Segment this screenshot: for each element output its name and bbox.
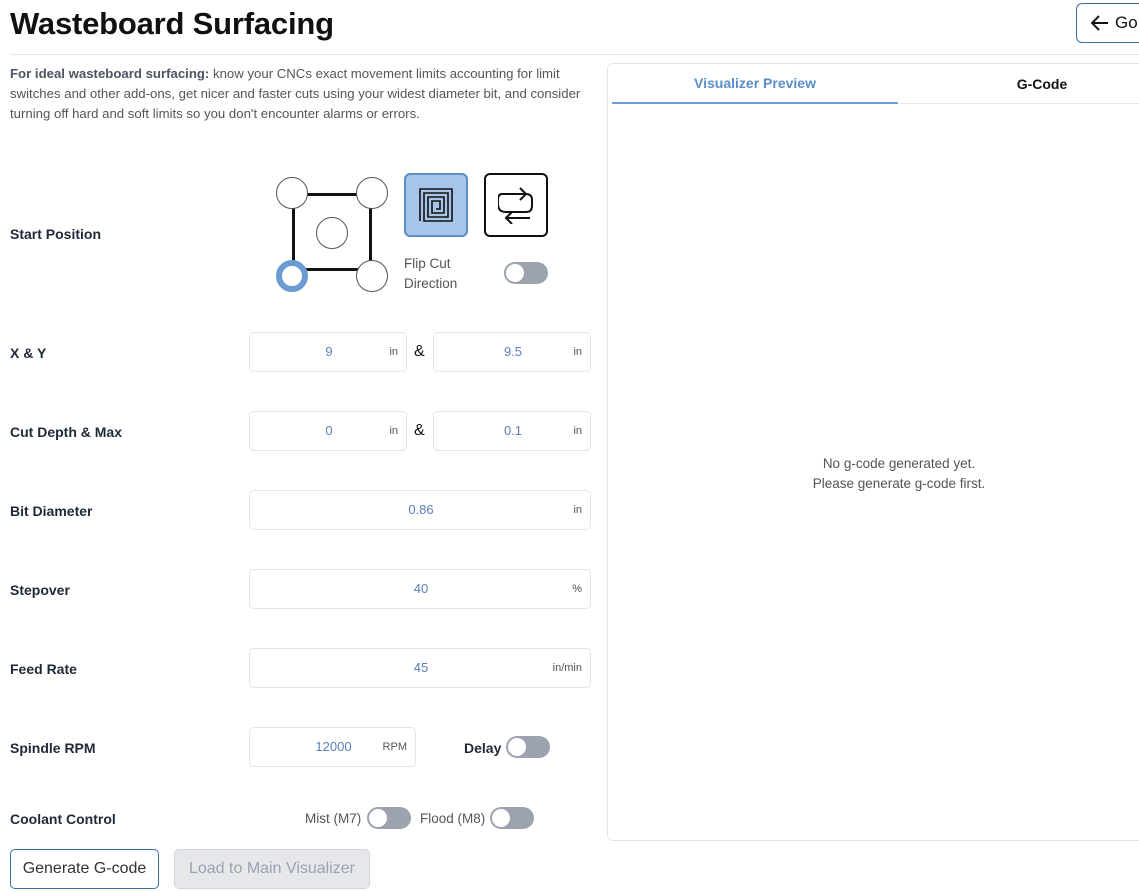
mist-label: Mist (M7) [305,811,362,826]
spindle-rpm-input[interactable]: 12000 RPM [249,727,416,767]
flip-cut-toggle[interactable] [504,262,548,284]
tab-visualizer-preview[interactable]: Visualizer Preview [612,64,898,104]
corner-top-right[interactable] [356,177,388,209]
empty-line-2: Please generate g-code first. [812,476,986,491]
feed-rate-label: Feed Rate [10,661,77,677]
stepover-unit: % [572,583,582,595]
cut-depth-input[interactable]: 0 in [249,411,407,451]
flip-cut-line2: Direction [404,276,458,291]
xy-separator: & [414,343,425,360]
y-value: 9.5 [503,344,523,359]
y-input[interactable]: 9.5 in [433,332,591,372]
center-position[interactable] [316,217,348,249]
delay-label: Delay [464,740,502,756]
corner-bottom-left-selected[interactable] [276,260,308,292]
intro-bold: For ideal wasteboard surfacing: [10,66,210,81]
y-unit: in [573,346,582,358]
preview-panel: Visualizer Preview G-Code No g-code gene… [607,63,1139,841]
header-divider [10,54,1139,55]
bit-diameter-unit: in [573,504,582,516]
cut-separator: & [414,422,425,439]
bit-diameter-label: Bit Diameter [10,503,93,519]
go-back-button[interactable]: Go [1076,3,1139,43]
stepover-label: Stepover [10,582,70,598]
generate-gcode-button[interactable]: Generate G-code [10,849,159,889]
feed-rate-unit: in/min [552,662,582,674]
intro-text: For ideal wasteboard surfacing: know you… [10,64,600,124]
delay-toggle[interactable] [506,736,550,758]
cut-max-unit: in [573,425,582,437]
zigzag-arrows-icon [498,187,533,224]
toggle-knob [508,738,526,756]
bit-diameter-input[interactable]: 0.86 in [249,490,591,530]
corner-top-left[interactable] [276,177,308,209]
stepover-value: 40 [413,581,429,596]
zigzag-mode-button[interactable] [484,173,548,237]
flood-toggle[interactable] [490,807,534,829]
toggle-knob [492,809,510,827]
x-unit: in [389,346,398,358]
flood-label: Flood (M8) [420,811,486,826]
mist-toggle[interactable] [367,807,411,829]
x-input[interactable]: 9 in [249,332,407,372]
toggle-knob [369,809,387,827]
coolant-control-label: Coolant Control [10,811,116,827]
cut-depth-label: Cut Depth & Max [10,424,122,440]
cut-depth-value: 0 [325,423,333,438]
cut-max-input[interactable]: 0.1 in [433,411,591,451]
empty-state-message: No g-code generated yet. Please generate… [608,454,1139,494]
spindle-rpm-label: Spindle RPM [10,740,96,756]
flip-cut-label: Flip Cut Direction [404,254,457,294]
bit-diameter-value: 0.86 [408,502,434,517]
cut-depth-unit: in [389,425,398,437]
spiral-icon [419,188,453,222]
spiral-mode-button[interactable] [404,173,468,237]
go-back-label: Go [1115,13,1138,32]
x-value: 9 [325,344,333,359]
spindle-rpm-unit: RPM [382,741,407,753]
corner-bottom-right[interactable] [356,260,388,292]
flip-cut-line1: Flip Cut [404,256,451,271]
feed-rate-value: 45 [413,660,429,675]
arrow-left-icon [1091,15,1108,31]
empty-line-1: No g-code generated yet. [822,456,976,471]
toggle-knob [506,264,524,282]
page-title: Wasteboard Surfacing [10,6,334,41]
cut-max-value: 0.1 [503,423,523,438]
load-to-visualizer-button[interactable]: Load to Main Visualizer [174,849,370,889]
xy-label: X & Y [10,345,47,361]
tab-gcode[interactable]: G-Code [899,64,1139,104]
feed-rate-input[interactable]: 45 in/min [249,648,591,688]
stepover-input[interactable]: 40 % [249,569,591,609]
start-position-label: Start Position [10,226,102,242]
